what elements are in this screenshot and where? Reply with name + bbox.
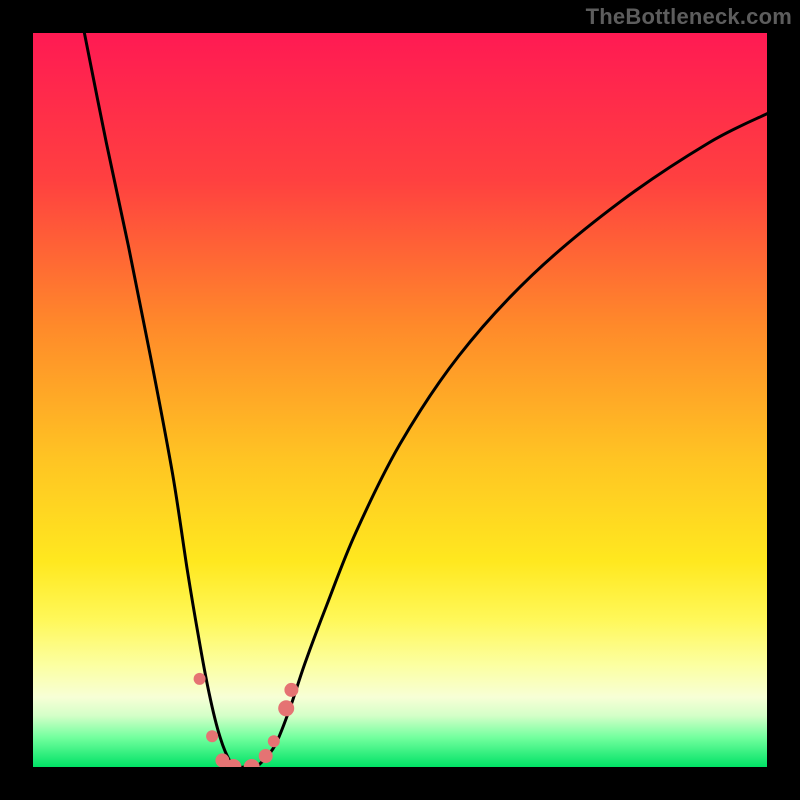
data-marker xyxy=(284,683,298,697)
chart-stage: TheBottleneck.com xyxy=(0,0,800,800)
data-marker xyxy=(194,673,206,685)
data-marker xyxy=(206,730,218,742)
data-marker xyxy=(244,759,260,767)
watermark-text: TheBottleneck.com xyxy=(586,4,792,30)
data-marker xyxy=(268,735,280,747)
bottleneck-curve xyxy=(84,33,767,767)
data-marker xyxy=(259,749,273,763)
chart-svg xyxy=(33,33,767,767)
plot-area xyxy=(33,33,767,767)
data-marker xyxy=(278,700,294,716)
